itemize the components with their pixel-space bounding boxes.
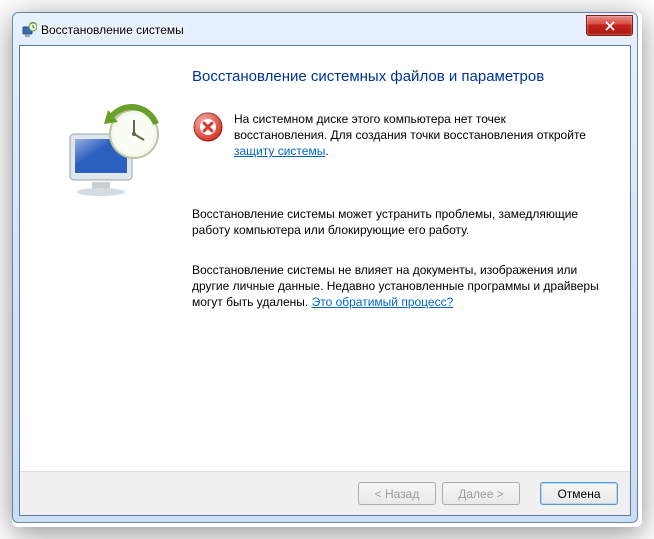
window-frame: Восстановление системы	[12, 12, 638, 523]
window-title: Восстановление системы	[41, 23, 184, 37]
close-button[interactable]	[586, 15, 633, 36]
button-bar: < Назад Далее > Отмена	[20, 471, 630, 515]
error-icon	[192, 111, 224, 143]
app-icon	[21, 22, 37, 38]
alert-text: На системном диске этого компьютера нет …	[234, 111, 602, 160]
page-heading: Восстановление системных файлов и параме…	[192, 68, 602, 85]
titlebar[interactable]: Восстановление системы	[19, 19, 631, 45]
close-icon	[605, 21, 615, 31]
back-button[interactable]: < Назад	[358, 482, 436, 505]
cancel-button[interactable]: Отмена	[540, 482, 618, 505]
system-protection-link[interactable]: защиту системы	[234, 144, 325, 158]
next-button[interactable]: Далее >	[442, 482, 520, 505]
info-paragraph-2: Восстановление системы не влияет на доку…	[192, 262, 602, 311]
system-restore-icon	[62, 104, 172, 461]
reversible-link[interactable]: Это обратимый процесс?	[312, 295, 454, 309]
client-area: Восстановление системных файлов и параме…	[19, 45, 631, 516]
info-paragraph-1: Восстановление системы может устранить п…	[192, 206, 602, 238]
alert-box: На системном диске этого компьютера нет …	[192, 111, 602, 160]
